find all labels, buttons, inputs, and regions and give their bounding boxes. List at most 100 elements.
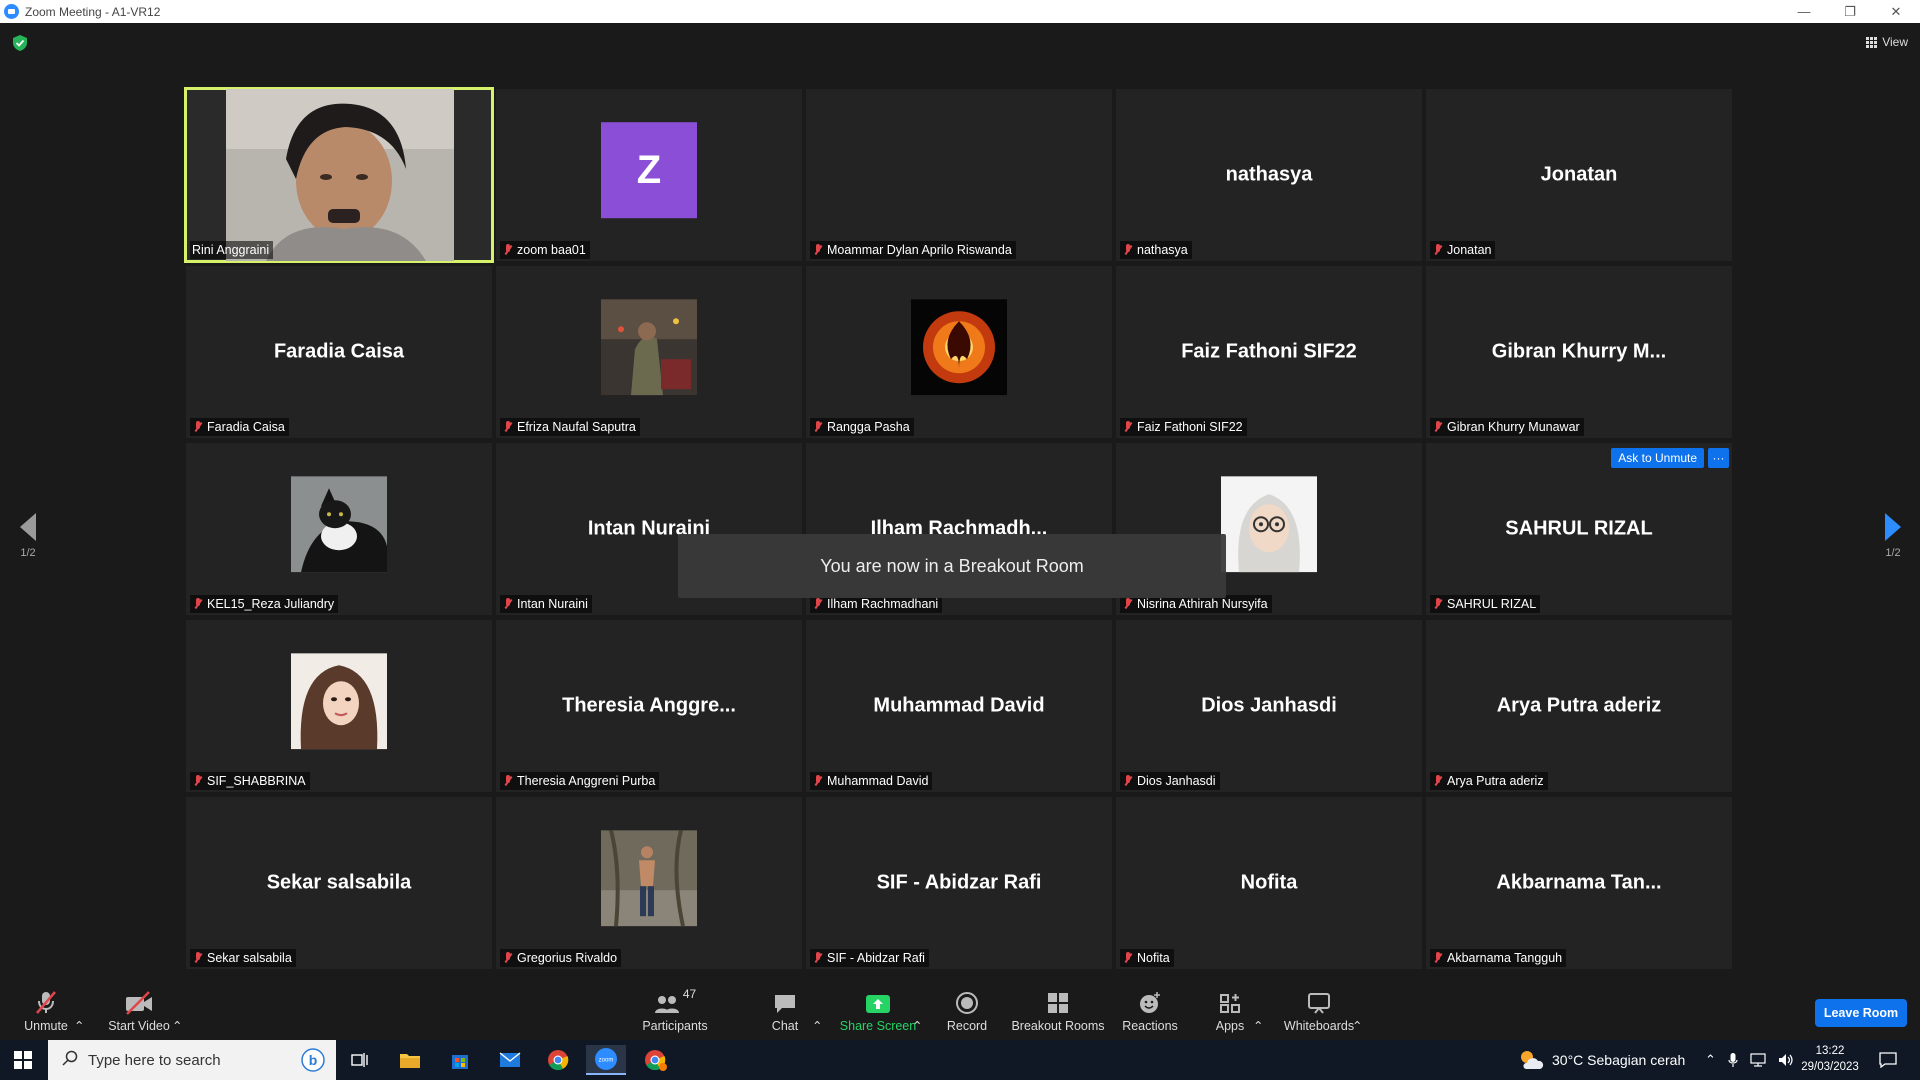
windows-taskbar: Type here to search b zoom 30°C Sebagian… xyxy=(0,1040,1920,1080)
tray-chevron-up-icon[interactable]: ⌃ xyxy=(1705,1052,1716,1068)
audio-options-chevron-icon[interactable]: ⌃ xyxy=(74,980,84,1040)
task-view-icon[interactable] xyxy=(340,1045,380,1075)
unmute-label: Unmute xyxy=(24,1019,68,1033)
muted-microphone-icon xyxy=(502,597,514,611)
participant-tile[interactable]: Efriza Naufal Saputra xyxy=(496,266,802,438)
participant-name: Rangga Pasha xyxy=(827,420,910,434)
participant-name: Nisrina Athirah Nursyifa xyxy=(1137,597,1268,611)
breakout-rooms-icon xyxy=(1046,987,1070,1015)
participant-tile[interactable]: Dios Janhasdi Dios Janhasdi xyxy=(1116,620,1422,792)
muted-microphone-icon xyxy=(1122,243,1134,257)
participant-display-name: nathasya xyxy=(1225,163,1313,186)
breakout-rooms-button[interactable]: Breakout Rooms xyxy=(1010,980,1106,1040)
view-button[interactable]: View xyxy=(1866,32,1908,52)
participant-tile[interactable]: Gibran Khurry M... Gibran Khurry Munawar xyxy=(1426,266,1732,438)
leave-room-button[interactable]: Leave Room xyxy=(1815,999,1907,1027)
participant-tile[interactable]: Theresia Anggre... Theresia Anggreni Purb… xyxy=(496,620,802,792)
muted-microphone-icon xyxy=(502,420,514,434)
participant-tile[interactable]: Faiz Fathoni SIF22 Faiz Fathoni SIF22 xyxy=(1116,266,1422,438)
participant-tile[interactable]: Rini Anggraini xyxy=(184,87,494,263)
profile-picture xyxy=(601,299,697,396)
participant-tile[interactable]: Sekar salsabila Sekar salsabila xyxy=(186,797,492,969)
participant-name: Intan Nuraini xyxy=(517,597,588,611)
taskbar-search-box[interactable]: Type here to search b xyxy=(48,1040,336,1080)
participant-name-label: Rangga Pasha xyxy=(810,418,914,436)
participant-tile[interactable]: KEL15_Reza Juliandry xyxy=(186,443,492,615)
video-options-chevron-icon[interactable]: ⌃ xyxy=(172,980,182,1040)
record-button[interactable]: Record xyxy=(942,980,992,1040)
participant-tile[interactable]: Rangga Pasha xyxy=(806,266,1112,438)
participant-tile[interactable]: Gregorius Rivaldo xyxy=(496,797,802,969)
participant-tile[interactable]: SAHRUL RIZAL Ask to Unmute ··· SAHRUL RIZAL xyxy=(1426,443,1732,615)
file-explorer-icon[interactable] xyxy=(390,1045,430,1075)
security-shield-icon[interactable] xyxy=(13,35,27,51)
reactions-button[interactable]: Reactions xyxy=(1120,980,1180,1040)
participant-name: Muhammad David xyxy=(827,774,929,788)
participant-tile[interactable]: Faradia Caisa Faradia Caisa xyxy=(186,266,492,438)
participants-count: 47 xyxy=(682,987,697,1001)
participant-name-label: zoom baa01 xyxy=(500,241,590,259)
muted-microphone-icon xyxy=(192,951,204,965)
restore-icon[interactable]: ❐ xyxy=(1827,0,1873,23)
whiteboard-icon xyxy=(1307,987,1331,1015)
participant-name-label: Dios Janhasdi xyxy=(1120,772,1220,790)
more-options-button[interactable]: ··· xyxy=(1708,448,1729,468)
participants-label: Participants xyxy=(642,1019,708,1033)
zoom-taskbar-icon[interactable]: zoom xyxy=(586,1045,626,1075)
network-icon[interactable] xyxy=(1750,1053,1766,1067)
participant-name-label: Akbarnama Tangguh xyxy=(1430,949,1567,967)
participant-name: Rini Anggraini xyxy=(192,243,270,257)
participant-tile[interactable]: Zzoom baa01 xyxy=(496,89,802,261)
close-icon[interactable]: ✕ xyxy=(1873,0,1919,23)
ask-to-unmute-button[interactable]: Ask to Unmute xyxy=(1611,448,1704,468)
participant-tile[interactable]: SIF_SHABBRINA xyxy=(186,620,492,792)
participant-tile[interactable]: nathasya nathasya xyxy=(1116,89,1422,261)
chat-button[interactable]: Chat xyxy=(760,980,810,1040)
meeting-toolbar: Unmute ⌃ Start Video ⌃ 47 Participants C… xyxy=(0,980,1920,1040)
page-indicator-right: 1/2 xyxy=(1885,547,1901,559)
participant-display-name: Faradia Caisa xyxy=(273,340,405,363)
apps-options-chevron-icon[interactable]: ⌃ xyxy=(1253,980,1263,1040)
participant-name: Gregorius Rivaldo xyxy=(517,951,618,965)
participant-tile[interactable]: SIF - Abidzar Rafi SIF - Abidzar Rafi xyxy=(806,797,1112,969)
start-video-button[interactable]: Start Video xyxy=(104,980,174,1040)
participants-button[interactable]: 47 Participants xyxy=(640,980,710,1040)
chrome-icon[interactable] xyxy=(538,1045,578,1075)
participant-tile[interactable]: Moammar Dylan Aprilo Riswanda xyxy=(806,89,1112,261)
share-options-chevron-icon[interactable]: ⌃ xyxy=(912,980,922,1040)
profile-picture xyxy=(911,299,1007,396)
participant-name-label: SIF_SHABBRINA xyxy=(190,772,310,790)
mail-icon[interactable] xyxy=(490,1045,530,1075)
participant-display-name: Nofita xyxy=(1240,871,1298,894)
avatar: Z xyxy=(601,122,697,219)
system-tray: ⌃ xyxy=(1705,1040,1794,1080)
microphone-tray-icon[interactable] xyxy=(1728,1052,1738,1068)
previous-page-button[interactable]: 1/2 xyxy=(8,513,48,559)
bing-icon[interactable]: b xyxy=(300,1048,326,1076)
minimize-icon[interactable]: — xyxy=(1781,0,1827,23)
share-screen-button[interactable]: Share Screen xyxy=(838,980,918,1040)
participant-tile[interactable]: Akbarnama Tan... Akbarnama Tangguh xyxy=(1426,797,1732,969)
chat-options-chevron-icon[interactable]: ⌃ xyxy=(812,980,822,1040)
muted-microphone-icon xyxy=(502,243,514,257)
microsoft-store-icon[interactable] xyxy=(440,1045,480,1075)
apps-button[interactable]: Apps xyxy=(1210,980,1250,1040)
participant-name-label: Nofita xyxy=(1120,949,1174,967)
next-page-button[interactable]: 1/2 xyxy=(1873,513,1913,559)
participant-tile[interactable]: Nofita Nofita xyxy=(1116,797,1422,969)
whiteboards-button[interactable]: Whiteboards xyxy=(1283,980,1355,1040)
whiteboards-options-chevron-icon[interactable]: ⌃ xyxy=(1352,980,1362,1040)
chrome-profile-icon[interactable] xyxy=(636,1045,676,1075)
unmute-button[interactable]: Unmute xyxy=(18,980,74,1040)
participant-display-name: Faiz Fathoni SIF22 xyxy=(1181,340,1357,363)
participant-tile[interactable]: Arya Putra aderiz Arya Putra aderiz xyxy=(1426,620,1732,792)
windows-start-icon[interactable] xyxy=(14,1051,32,1069)
participant-tile[interactable]: Muhammad David Muhammad David xyxy=(806,620,1112,792)
participant-tile[interactable]: Jonatan Jonatan xyxy=(1426,89,1732,261)
muted-microphone-icon xyxy=(1432,420,1444,434)
participant-display-name: Dios Janhasdi xyxy=(1201,694,1337,717)
participant-name-label: Intan Nuraini xyxy=(500,595,592,613)
taskbar-clock[interactable]: 13:22 29/03/2023 xyxy=(1790,1043,1870,1075)
notifications-icon[interactable] xyxy=(1868,1045,1908,1075)
weather-widget[interactable]: 30°C Sebagian cerah xyxy=(1518,1040,1685,1080)
